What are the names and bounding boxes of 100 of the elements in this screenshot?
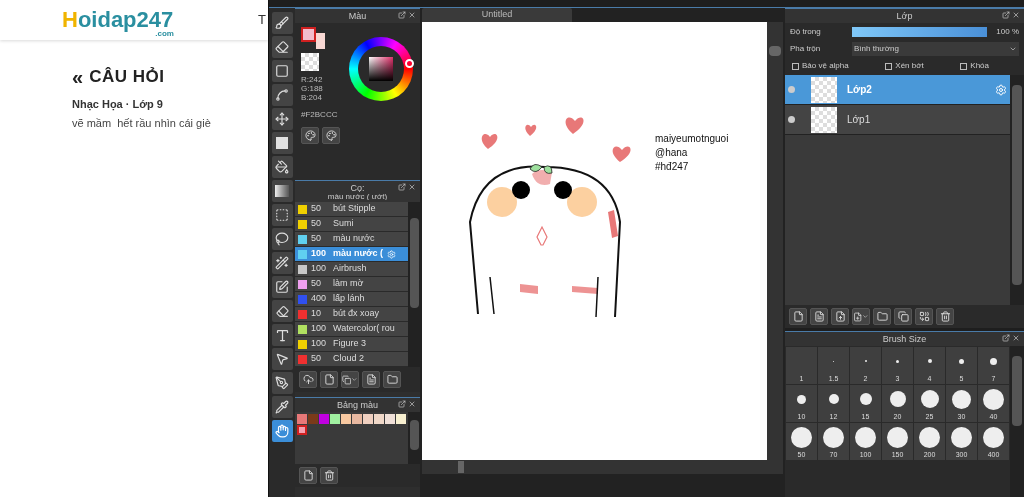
brush-item[interactable]: 50 Cloud 2: [295, 352, 408, 367]
document-tab[interactable]: Untitled: [422, 8, 572, 22]
folder-icon: [876, 311, 888, 322]
close-icon[interactable]: [1012, 334, 1020, 342]
filled-square-tool[interactable]: [271, 132, 293, 154]
scrollbar[interactable]: [408, 412, 420, 464]
close-icon[interactable]: [1012, 11, 1020, 19]
gradient-tool[interactable]: [271, 180, 293, 202]
copy-button[interactable]: [894, 308, 912, 325]
brush-item[interactable]: 50 màu nước: [295, 232, 408, 247]
eyedropper-tool[interactable]: [271, 396, 293, 418]
brush-item[interactable]: 50 Sumi: [295, 217, 408, 232]
hand-tool[interactable]: [271, 420, 293, 442]
palette-swatch[interactable]: [330, 414, 340, 424]
vertical-scrollbar[interactable]: [767, 22, 783, 460]
foreground-color-swatch[interactable]: [301, 27, 316, 42]
dashed-square-tool[interactable]: [271, 204, 293, 226]
close-icon[interactable]: [408, 400, 416, 408]
palette-button[interactable]: [322, 127, 340, 144]
scrollbar[interactable]: [408, 202, 420, 367]
magic-wand-tool[interactable]: [271, 252, 293, 274]
drawing-canvas[interactable]: maiyeumotnguoi @hana #hđ247: [422, 22, 767, 460]
palette-swatch[interactable]: [319, 414, 329, 424]
palette-swatch[interactable]: [374, 414, 384, 424]
folder-button[interactable]: [873, 308, 891, 325]
new-layer-button[interactable]: [789, 308, 807, 325]
popout-icon[interactable]: [1002, 334, 1010, 342]
document-button[interactable]: [362, 371, 380, 388]
square-pen-tool[interactable]: [271, 276, 293, 298]
close-icon[interactable]: [408, 183, 416, 191]
horizontal-scrollbar[interactable]: [422, 460, 783, 474]
brush-item[interactable]: 100 Figure 3: [295, 337, 408, 352]
brush-item[interactable]: 400 lấp lánh: [295, 292, 408, 307]
brush-tool[interactable]: [271, 12, 293, 34]
text-tool[interactable]: [271, 324, 293, 346]
opacity-label: Độ trong: [790, 26, 822, 38]
eraser-tool[interactable]: [271, 300, 293, 322]
file-upload-icon: [834, 311, 846, 322]
brush-item[interactable]: 100 Watercolor( rou: [295, 322, 408, 337]
palette-swatch[interactable]: [385, 414, 395, 424]
background-color-swatch[interactable]: [316, 33, 325, 49]
close-icon[interactable]: [408, 11, 416, 19]
move-tool[interactable]: [271, 108, 293, 130]
palette-swatch[interactable]: [352, 414, 362, 424]
upload-file-button[interactable]: [831, 308, 849, 325]
brush-item[interactable]: 100 Airbrush: [295, 262, 408, 277]
popout-icon[interactable]: [398, 11, 406, 19]
lasso-tool[interactable]: [271, 228, 293, 250]
copy-button[interactable]: [341, 371, 359, 388]
scrollbar[interactable]: [1010, 75, 1024, 305]
palette-button[interactable]: [301, 127, 319, 144]
eraser-tool[interactable]: [271, 36, 293, 58]
pointer-tool[interactable]: [271, 348, 293, 370]
palette-swatch[interactable]: [363, 414, 373, 424]
panel-title: Màu: [348, 11, 367, 21]
delete-button[interactable]: [320, 467, 338, 484]
pen-tool[interactable]: [271, 372, 293, 394]
merge-button[interactable]: [915, 308, 933, 325]
upload-button[interactable]: [299, 371, 317, 388]
option-checkbox[interactable]: Bảo vệ alpha: [792, 60, 849, 72]
eraser-icon: [275, 304, 289, 318]
popout-icon[interactable]: [1002, 11, 1010, 19]
new-file-button[interactable]: [299, 467, 317, 484]
settings-icon[interactable]: [995, 83, 1007, 96]
brush-item[interactable]: 50 bút Stipple: [295, 202, 408, 217]
popout-icon[interactable]: [398, 400, 406, 408]
rgb-value: B:204: [301, 93, 323, 102]
document-button[interactable]: [810, 308, 828, 325]
layer-row[interactable]: Lớp1: [785, 105, 1010, 135]
palette-swatch[interactable]: [297, 414, 307, 424]
folder-button[interactable]: [383, 371, 401, 388]
palette-swatch[interactable]: [341, 414, 351, 424]
delete-button[interactable]: [936, 308, 954, 325]
add-file-button[interactable]: [852, 308, 870, 325]
transparent-swatch[interactable]: [301, 53, 319, 71]
brush-name: lấp lánh: [333, 292, 365, 306]
square-tool[interactable]: [271, 60, 293, 82]
option-checkbox[interactable]: Khóa: [960, 60, 989, 72]
folder-icon: [386, 374, 398, 385]
option-checkbox[interactable]: Xén bớt: [885, 60, 924, 72]
new-file-button[interactable]: [320, 371, 338, 388]
brush-name: làm mờ: [333, 277, 364, 291]
canvas-text: #hđ247: [655, 160, 690, 174]
layer-thumbnail: [811, 106, 837, 133]
brush-size: 50: [311, 232, 322, 246]
hex-value: #F2BCCC: [301, 110, 339, 119]
back-icon[interactable]: «: [72, 62, 84, 92]
nav-item[interactable]: T: [258, 10, 266, 30]
palette-swatch[interactable]: [396, 414, 406, 424]
blend-mode-dropdown[interactable]: Bình thường: [852, 42, 1019, 56]
popout-icon[interactable]: [398, 183, 406, 191]
brush-item[interactable]: 10 bút đx xoay: [295, 307, 408, 322]
scrollbar[interactable]: [1010, 346, 1024, 497]
brush-item[interactable]: 50 làm mờ: [295, 277, 408, 292]
palette-swatch[interactable]: [297, 425, 307, 435]
paint-bucket-tool[interactable]: [271, 156, 293, 178]
palette-swatch[interactable]: [308, 414, 318, 424]
magic-wand-icon: [275, 256, 289, 270]
curve-tool[interactable]: [271, 84, 293, 106]
brush-size: 50: [311, 202, 322, 216]
